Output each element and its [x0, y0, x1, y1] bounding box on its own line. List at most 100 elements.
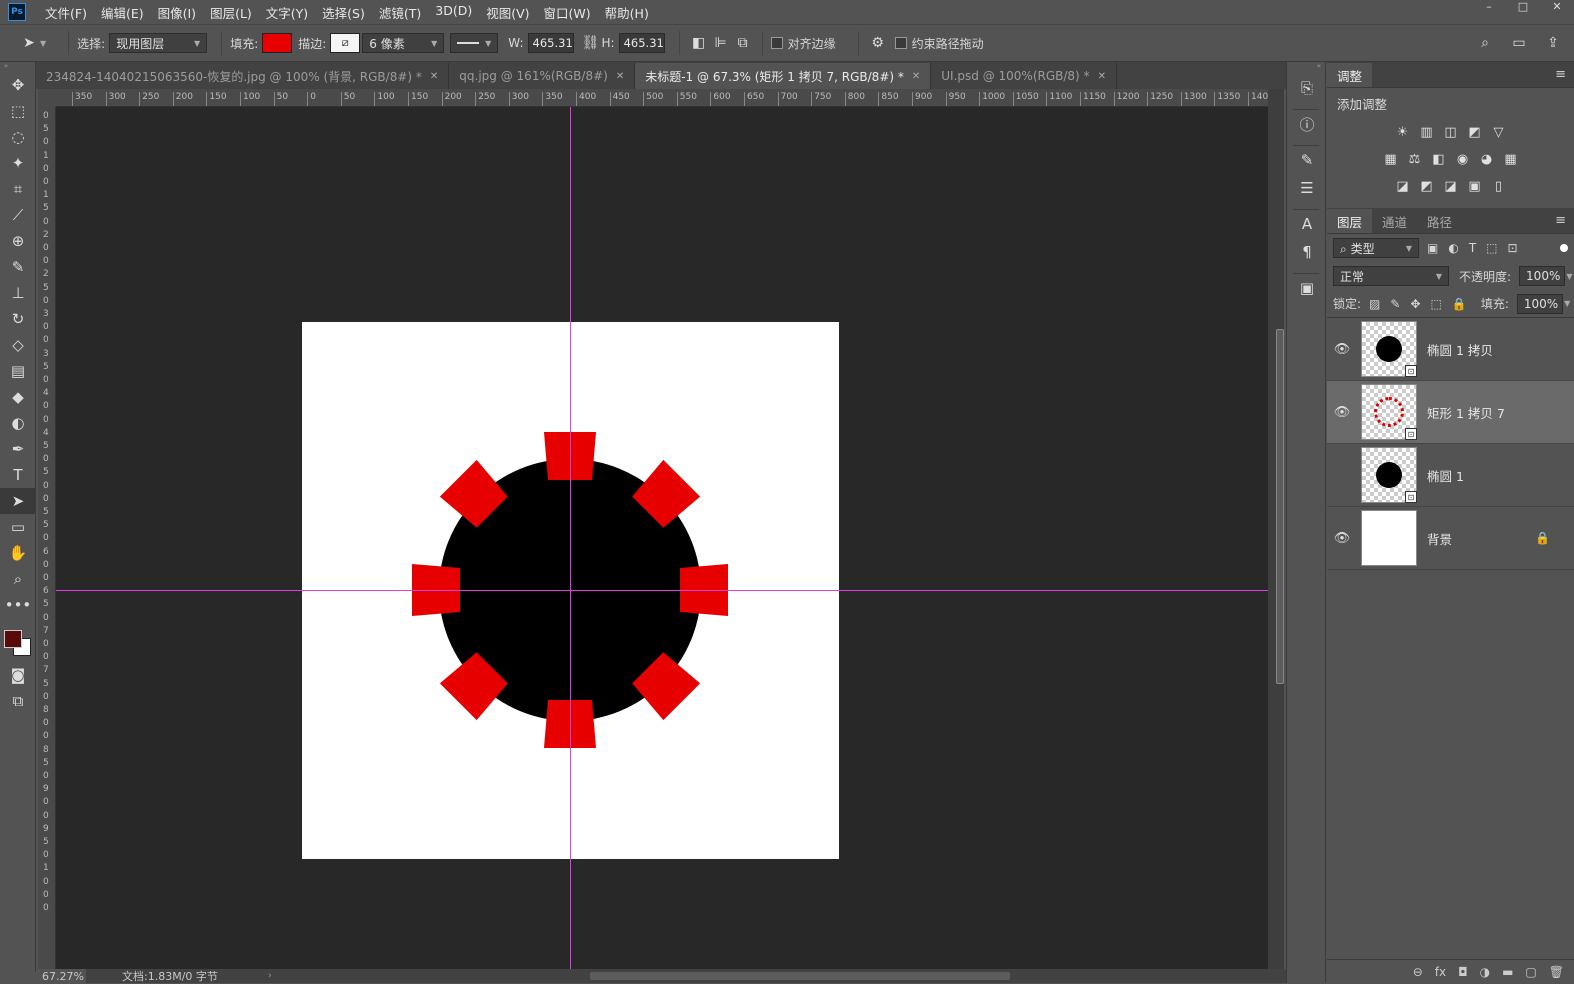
- menu-item[interactable]: 帮助(H): [598, 3, 656, 22]
- lock-option-icon[interactable]: ✎: [1390, 297, 1400, 311]
- adjustment-icon[interactable]: ⚖: [1406, 151, 1424, 169]
- menu-item[interactable]: 文字(Y): [259, 3, 315, 22]
- height-input[interactable]: 465.31: [618, 33, 665, 53]
- document-tab[interactable]: 234824-14040215063560-恢复的.jpg @ 100% (背景…: [36, 63, 450, 89]
- adjustment-icon[interactable]: ◧: [1430, 151, 1448, 169]
- crop-tool-icon[interactable]: ⌗: [0, 176, 36, 202]
- adjustment-icon[interactable]: ▯: [1490, 178, 1508, 196]
- document-info[interactable]: 文档:1.83M/0 字节: [122, 968, 262, 984]
- filter-icon[interactable]: ⬚: [1486, 241, 1497, 255]
- eyedropper-tool-icon[interactable]: ⟋: [0, 202, 36, 228]
- minimize-button[interactable]: –: [1472, 0, 1506, 14]
- adjustment-icon[interactable]: ▽: [1490, 124, 1508, 142]
- horizontal-ruler[interactable]: 350 300 250 200 150 100 50 0 50 100 150 200 250 300 35…: [56, 89, 1268, 107]
- lock-option-icon[interactable]: ⬚: [1431, 297, 1442, 311]
- panel-menu-icon[interactable]: ≡: [1555, 67, 1566, 82]
- healing-tool-icon[interactable]: ⊕: [0, 228, 36, 254]
- fill-color-swatch[interactable]: [262, 33, 293, 53]
- tab-layers[interactable]: 图层: [1327, 209, 1373, 233]
- share-icon[interactable]: ⇪: [1542, 32, 1564, 54]
- layer-footer-icon[interactable]: ◘: [1458, 965, 1468, 979]
- layer-footer-icon[interactable]: ⊖: [1413, 965, 1423, 979]
- vertical-scrollbar[interactable]: [1268, 89, 1284, 969]
- vertical-ruler[interactable]: 0 5 0 1 0 0 1 5 0 2 0 0 2 5 0 3 0 0 3 5 0 4 0 0 4 5 0 5 0 0 5 5 0 6 0 0 6 5 0 7…: [38, 107, 56, 969]
- properties-panel-icon[interactable]: ☰: [1287, 174, 1327, 202]
- lasso-tool-icon[interactable]: ◌: [0, 124, 36, 150]
- path-selection-tool-icon[interactable]: ➤: [0, 488, 36, 514]
- horizontal-scroll-thumb[interactable]: [590, 972, 1010, 980]
- filter-icon[interactable]: ◐: [1448, 241, 1458, 255]
- layer-row[interactable]: 👁 ⊡ 矩形 1 拷贝 7: [1327, 381, 1574, 444]
- stamp-tool-icon[interactable]: ⊥: [0, 280, 36, 306]
- hand-tool-icon[interactable]: ✋: [0, 540, 36, 566]
- filter-icon[interactable]: T: [1469, 241, 1476, 255]
- adjustment-icon[interactable]: ◕: [1478, 151, 1496, 169]
- libraries-panel-icon[interactable]: ▣: [1287, 274, 1327, 302]
- move-tool-icon[interactable]: ✥: [0, 72, 36, 98]
- expand-icon[interactable]: «: [1287, 62, 1325, 74]
- document-tab[interactable]: UI.psd @ 100%(RGB/8) * ✕: [931, 63, 1117, 89]
- adjustment-icon[interactable]: ◫: [1442, 124, 1460, 142]
- layer-footer-icon[interactable]: 🗑: [1549, 965, 1564, 979]
- filter-toggle[interactable]: [1560, 244, 1568, 252]
- layer-row[interactable]: 👁 ⊡ 椭圆 1 拷贝: [1327, 318, 1574, 381]
- menu-item[interactable]: 视图(V): [479, 3, 536, 22]
- maximize-button[interactable]: □: [1506, 0, 1540, 14]
- adjustment-icon[interactable]: ◩: [1418, 178, 1436, 196]
- zoom-field[interactable]: 67.27%: [38, 969, 86, 983]
- blend-mode-dropdown[interactable]: 正常 ▼: [1333, 266, 1449, 286]
- close-icon[interactable]: ✕: [616, 71, 624, 82]
- visibility-toggle[interactable]: [1327, 468, 1357, 483]
- filter-type-dropdown[interactable]: ⌕ 类型 ▼: [1333, 238, 1419, 258]
- menu-item[interactable]: 图像(I): [151, 3, 203, 22]
- tab-adjustments[interactable]: 调整: [1327, 63, 1373, 87]
- eraser-tool-icon[interactable]: ◇: [0, 332, 36, 358]
- adjustment-icon[interactable]: ◩: [1466, 124, 1484, 142]
- layer-name[interactable]: 椭圆 1: [1427, 466, 1464, 485]
- eye-icon[interactable]: 👁: [1327, 405, 1357, 420]
- scroll-thumb[interactable]: [1276, 329, 1284, 684]
- history-brush-tool-icon[interactable]: ↻: [0, 306, 36, 332]
- eye-icon[interactable]: 👁: [1327, 342, 1357, 357]
- history-panel-icon[interactable]: ⎘: [1287, 74, 1327, 102]
- layer-footer-icon[interactable]: ▬: [1502, 965, 1513, 979]
- adjustment-icon[interactable]: ☀: [1394, 124, 1412, 142]
- lock-option-icon[interactable]: 🔒: [1452, 297, 1467, 311]
- fill-field[interactable]: 100% ▼: [1516, 293, 1570, 314]
- gradient-tool-icon[interactable]: ▤: [0, 358, 36, 384]
- brush-panel-icon[interactable]: ✎: [1287, 146, 1327, 174]
- canvas-area[interactable]: [56, 107, 1268, 969]
- menu-item[interactable]: 选择(S): [315, 3, 372, 22]
- blur-tool-icon[interactable]: ◆: [0, 384, 36, 410]
- layer-row[interactable]: 👁 背景 🔒: [1327, 507, 1574, 570]
- filter-icon[interactable]: ▣: [1427, 241, 1438, 255]
- workspace-icon[interactable]: ▭: [1508, 32, 1530, 54]
- menu-item[interactable]: 滤镜(T): [372, 3, 428, 22]
- path-select-tool-icon[interactable]: ➤: [18, 32, 40, 54]
- adjustment-icon[interactable]: ◪: [1442, 178, 1460, 196]
- filter-icon[interactable]: ⊡: [1508, 241, 1518, 255]
- chevron-right-icon[interactable]: ›: [268, 971, 272, 981]
- shape-tool-icon[interactable]: ▭: [0, 514, 36, 540]
- close-icon[interactable]: ✕: [430, 71, 438, 82]
- lock-option-icon[interactable]: ✥: [1410, 297, 1420, 311]
- search-icon[interactable]: ⌕: [1474, 32, 1496, 54]
- opacity-field[interactable]: 100% ▼: [1519, 266, 1573, 286]
- tab-paths[interactable]: 路径: [1417, 209, 1462, 233]
- stroke-color-swatch[interactable]: ⧄: [330, 33, 361, 53]
- close-button[interactable]: ✕: [1540, 0, 1574, 14]
- document-tab[interactable]: 未标题-1 @ 67.3% (矩形 1 拷贝 7, RGB/8#) * ✕: [635, 63, 932, 89]
- marquee-tool-icon[interactable]: ⬚: [0, 98, 36, 124]
- horizontal-guide[interactable]: [56, 590, 1268, 591]
- magic-wand-tool-icon[interactable]: ✦: [0, 150, 36, 176]
- path-arrangement-icon[interactable]: ⧉: [732, 32, 754, 54]
- close-icon[interactable]: ✕: [912, 71, 920, 82]
- tab-channels[interactable]: 通道: [1372, 209, 1417, 233]
- menu-item[interactable]: 窗口(W): [537, 3, 598, 22]
- path-operations-icon[interactable]: ◧: [688, 32, 710, 54]
- adjustment-icon[interactable]: ▣: [1466, 178, 1484, 196]
- menu-item[interactable]: 图层(L): [203, 3, 259, 22]
- brush-tool-icon[interactable]: ✎: [0, 254, 36, 280]
- character-panel-icon[interactable]: A: [1287, 210, 1327, 238]
- constrain-path-checkbox[interactable]: [894, 37, 907, 49]
